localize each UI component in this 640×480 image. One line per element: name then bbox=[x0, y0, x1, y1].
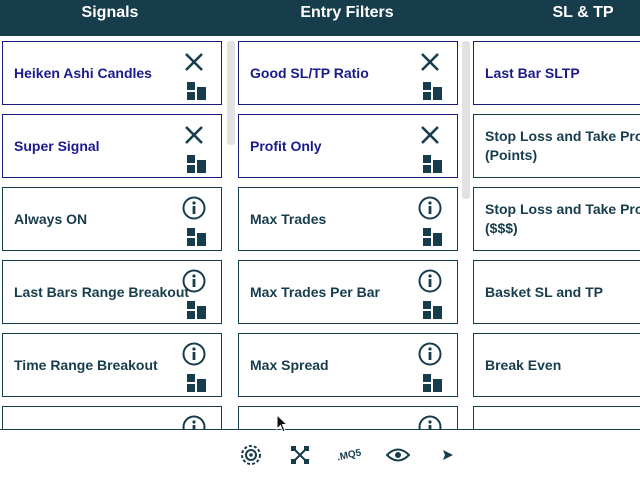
card-title: Break Even bbox=[485, 356, 562, 373]
card-title: Max Spread bbox=[250, 356, 329, 373]
card-signals-2[interactable]: Always ON bbox=[2, 187, 222, 251]
card-title: Basket SL and TP bbox=[485, 283, 604, 300]
eye-icon[interactable] bbox=[383, 438, 413, 472]
card-filters-0[interactable]: Good SL/TP Ratio bbox=[238, 41, 458, 105]
info-icon[interactable] bbox=[418, 196, 442, 220]
card-title: Max Trades Per Bar bbox=[250, 283, 380, 300]
card-title: Always ON bbox=[14, 210, 88, 227]
mouse-cursor-icon bbox=[276, 414, 289, 433]
signals-column: Heiken Ashi Candles Super Signal Always ON… bbox=[0, 36, 232, 429]
card-title: Last Bars Range Breakout bbox=[14, 283, 190, 300]
blocks-icon[interactable] bbox=[187, 301, 207, 319]
info-icon[interactable] bbox=[418, 415, 442, 429]
close-icon[interactable] bbox=[182, 123, 206, 147]
blocks-icon[interactable] bbox=[423, 374, 443, 392]
card-sltp-3[interactable]: Basket SL and TP bbox=[473, 260, 640, 324]
blocks-icon[interactable] bbox=[423, 155, 443, 173]
settings-gear-icon[interactable] bbox=[236, 438, 266, 472]
blocks-icon[interactable] bbox=[423, 228, 443, 246]
blocks-icon[interactable] bbox=[423, 82, 443, 100]
card-title: Stop Loss and Take Profit (Points) bbox=[485, 128, 640, 163]
arrange-icon[interactable] bbox=[285, 438, 315, 472]
sl-tp-column: Last Bar SLTP Stop Loss and Take Profit (… bbox=[468, 36, 640, 429]
close-icon[interactable] bbox=[418, 123, 442, 147]
card-sltp-0[interactable]: Last Bar SLTP bbox=[473, 41, 640, 105]
blocks-icon[interactable] bbox=[187, 374, 207, 392]
card-title: Good SL/TP Ratio bbox=[250, 64, 369, 81]
card-filters-5[interactable] bbox=[238, 406, 458, 429]
header-sl-tp: SL & TP bbox=[552, 4, 614, 21]
card-filters-3[interactable]: Max Trades Per Bar bbox=[238, 260, 458, 324]
entry-filters-column: Good SL/TP Ratio Profit Only Max Trades Max… bbox=[232, 36, 468, 429]
card-title: Time Range Breakout bbox=[14, 356, 158, 373]
arrow-right-icon[interactable] bbox=[433, 438, 461, 472]
card-title: Heiken Ashi Candles bbox=[14, 64, 152, 81]
card-signals-5[interactable] bbox=[2, 406, 222, 429]
toolbar: .MQ5 bbox=[0, 429, 640, 480]
blocks-icon[interactable] bbox=[187, 155, 207, 173]
info-icon[interactable] bbox=[182, 269, 206, 293]
info-icon[interactable] bbox=[182, 415, 206, 429]
entry-filters-scrollbar[interactable] bbox=[462, 41, 470, 199]
blocks-icon[interactable] bbox=[187, 82, 207, 100]
header-entry-filters: Entry Filters bbox=[300, 4, 394, 21]
blocks-icon[interactable] bbox=[423, 301, 443, 319]
card-title: Super Signal bbox=[14, 137, 100, 154]
info-icon[interactable] bbox=[418, 269, 442, 293]
card-filters-1[interactable]: Profit Only bbox=[238, 114, 458, 178]
mq5-export-icon[interactable]: .MQ5 bbox=[333, 438, 365, 472]
card-signals-4[interactable]: Time Range Breakout bbox=[2, 333, 222, 397]
card-sltp-2[interactable]: Stop Loss and Take Profit ($$$) bbox=[473, 187, 640, 251]
card-sltp-1[interactable]: Stop Loss and Take Profit (Points) bbox=[473, 114, 640, 178]
card-filters-4[interactable]: Max Spread bbox=[238, 333, 458, 397]
header-signals: Signals bbox=[81, 4, 139, 21]
card-signals-3[interactable]: Last Bars Range Breakout bbox=[2, 260, 222, 324]
blocks-icon[interactable] bbox=[187, 228, 207, 246]
card-signals-1[interactable]: Super Signal bbox=[2, 114, 222, 178]
card-filters-2[interactable]: Max Trades bbox=[238, 187, 458, 251]
column-header-bar: Signals Entry Filters SL & TP bbox=[0, 0, 640, 36]
card-sltp-4[interactable]: Break Even bbox=[473, 333, 640, 397]
info-icon[interactable] bbox=[182, 196, 206, 220]
close-icon[interactable] bbox=[418, 50, 442, 74]
card-title: Stop Loss and Take Profit ($$$) bbox=[485, 201, 640, 236]
card-title: Last Bar SLTP bbox=[485, 64, 580, 81]
info-icon[interactable] bbox=[182, 342, 206, 366]
card-sltp-5[interactable] bbox=[473, 406, 640, 429]
close-icon[interactable] bbox=[182, 50, 206, 74]
card-signals-0[interactable]: Heiken Ashi Candles bbox=[2, 41, 222, 105]
info-icon[interactable] bbox=[418, 342, 442, 366]
card-title: Max Trades bbox=[250, 210, 327, 227]
signals-scrollbar[interactable] bbox=[227, 41, 235, 145]
mq5-label: .MQ5 bbox=[335, 447, 363, 463]
card-title: Profit Only bbox=[250, 137, 322, 154]
